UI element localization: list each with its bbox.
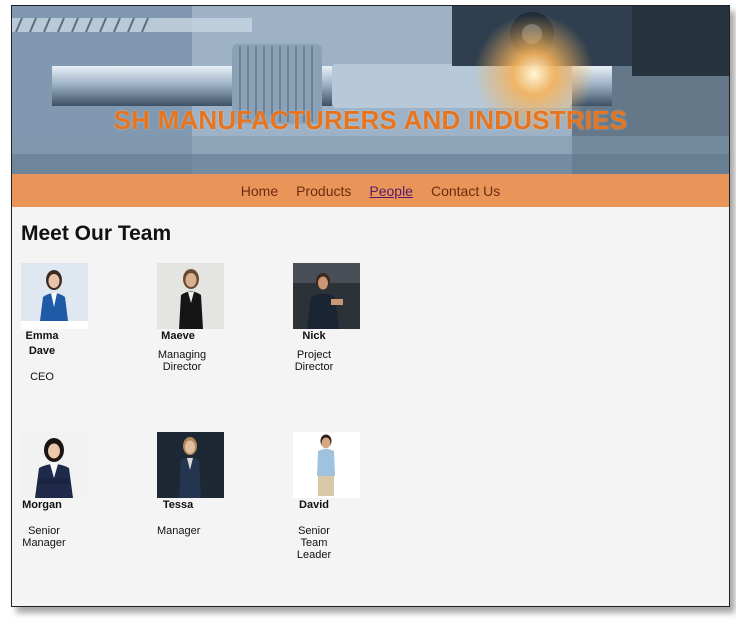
member-role: CEO <box>30 371 54 383</box>
member-name: Nick <box>302 330 326 342</box>
member-name: Morgan <box>22 499 62 511</box>
main-nav: Home Products People Contact Us <box>12 174 729 207</box>
nav-home-link[interactable]: Home <box>241 183 278 199</box>
nav-people-link[interactable]: People <box>369 183 413 199</box>
team-member-card: Emma Dave CEO <box>21 263 111 383</box>
site-title: SH MANUFACTURERS AND INDUSTRIES <box>113 105 628 135</box>
page-heading: Meet Our Team <box>21 222 172 245</box>
team-member-card: Tessa Manager <box>157 432 247 537</box>
nav-contact-link[interactable]: Contact Us <box>431 183 500 199</box>
member-photo <box>21 432 88 498</box>
member-role: Managing Director <box>157 349 207 373</box>
machinery-background-image <box>12 6 729 174</box>
member-name: Emma Dave <box>25 330 59 357</box>
team-member-card: David Senior Team Leader <box>293 432 383 561</box>
member-role: Manager <box>157 525 201 537</box>
member-photo <box>21 263 88 329</box>
member-photo <box>293 432 360 498</box>
member-name: Tessa <box>162 499 194 511</box>
member-role: Senior Manager <box>22 525 66 549</box>
nav-products-link[interactable]: Products <box>296 183 351 199</box>
team-member-card: Maeve Managing Director <box>157 263 247 373</box>
team-member-card: Morgan Senior Manager <box>21 432 111 549</box>
member-photo <box>157 432 224 498</box>
page-frame: SH MANUFACTURERS AND INDUSTRIES Home Pro… <box>11 5 730 607</box>
member-role: Project Director <box>294 349 334 373</box>
member-name: David <box>299 499 329 511</box>
header-banner: SH MANUFACTURERS AND INDUSTRIES <box>12 6 729 174</box>
member-role: Senior Team Leader <box>296 525 332 561</box>
member-name: Maeve <box>161 330 195 342</box>
team-member-card: Nick Project Director <box>293 263 383 373</box>
member-photo <box>157 263 224 329</box>
member-photo <box>293 263 360 329</box>
